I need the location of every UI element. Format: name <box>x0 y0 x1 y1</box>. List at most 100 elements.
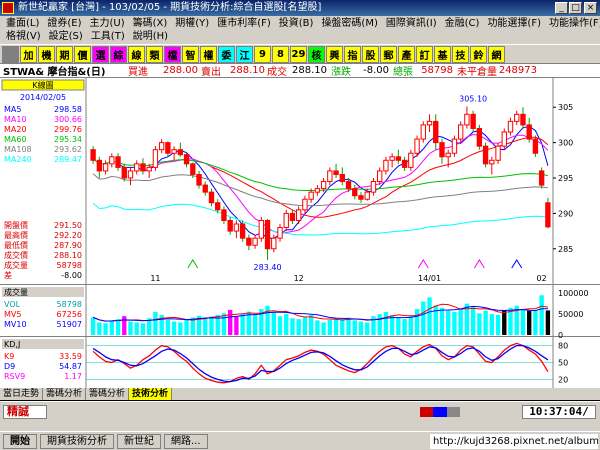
toolbar-button-17[interactable]: 核 <box>308 45 325 63</box>
bottom-tab-2[interactable]: 籌碼分析 <box>86 388 130 400</box>
deal-label: 成交 <box>267 67 287 78</box>
toolbar-button-22[interactable]: 產 <box>398 45 415 63</box>
toolbar-button-6[interactable]: 綜 <box>110 45 127 63</box>
menu-item-0[interactable]: 畫面(L) <box>2 17 43 30</box>
minimize-button[interactable]: _ <box>555 2 568 14</box>
candle-body-19 <box>208 191 215 204</box>
candle-body-68 <box>514 113 520 122</box>
vol-bar-32 <box>290 318 295 335</box>
toolbar-button-23[interactable]: 訂 <box>416 45 433 63</box>
kline-annotation-1: 283.40 <box>254 263 282 272</box>
menu-item-2[interactable]: 主力(U) <box>86 17 129 30</box>
menu-item-3[interactable]: 籌碼(X) <box>129 17 172 30</box>
taskbar-item-2[interactable]: 新世紀 <box>117 434 161 449</box>
toolbar-button-4[interactable]: 價 <box>74 45 91 63</box>
candle-body-38 <box>327 170 333 183</box>
chart-area[interactable]: 285 290 295 300 305 11 12 14/01 02 305.10 283.40 0… <box>0 78 600 388</box>
vol-bar-38 <box>327 319 333 335</box>
taskbar-item-1[interactable]: 期貨技術分析 <box>40 434 114 449</box>
toolbar-button-0[interactable] <box>2 45 19 63</box>
vol-bar-21 <box>221 313 227 335</box>
toolbar-button-15[interactable]: 8 <box>272 45 289 63</box>
vol-bar-4 <box>115 319 121 335</box>
title-bar: 新世紀贏家 [台灣] - 103/02/05 - 期貨技術分析:綜合自選股[名望… <box>0 0 600 16</box>
menu-item-8[interactable]: 國際資訊(I) <box>382 17 441 30</box>
vol-bar-65 <box>495 314 501 335</box>
toolbar-button-8[interactable]: 類 <box>146 45 163 63</box>
toolbar-button-26[interactable]: 鈴 <box>470 45 487 63</box>
taskbar-item-0[interactable]: 開始 <box>3 434 37 449</box>
toolbar-button-27[interactable]: 網 <box>488 45 505 63</box>
toolbar-button-2[interactable]: 機 <box>38 45 55 63</box>
info-label-1: 最高價 <box>4 230 28 240</box>
candle-body-46 <box>377 170 383 183</box>
menu-item-row2-0[interactable]: 格視(V) <box>2 30 45 43</box>
ma-label-MA240: MA240 <box>4 155 32 164</box>
toolbar-button-1[interactable]: 加 <box>20 45 37 63</box>
menu-item-11[interactable]: 功能操作(F) <box>545 17 600 30</box>
chart-svg[interactable]: 285 290 295 300 305 11 12 14/01 02 305.10 283.40 0… <box>0 78 600 388</box>
vol-bar-34 <box>302 317 308 335</box>
ma-label-MA60: MA60 <box>4 135 27 144</box>
vol-bar-57 <box>446 310 451 335</box>
maximize-button[interactable]: □ <box>569 2 582 14</box>
toolbar-button-3[interactable]: 期 <box>56 45 73 63</box>
menu-item-7[interactable]: 操盤密碼(M) <box>317 17 381 30</box>
toolbar-button-16[interactable]: 29 <box>290 45 307 63</box>
kd-title: KD,J <box>4 340 20 349</box>
toolbar-button-19[interactable]: 指 <box>344 45 361 63</box>
menu-item-6[interactable]: 投資(B) <box>275 17 318 30</box>
sell-value: 288.10 <box>230 65 265 76</box>
toolbar-button-11[interactable]: 權 <box>200 45 217 63</box>
info-label-3: 成交價 <box>4 250 28 260</box>
candle-body-32 <box>289 212 296 221</box>
menu-item-4[interactable]: 期權(Y) <box>171 17 213 30</box>
candle-72 <box>538 167 545 189</box>
menu-item-row2-1[interactable]: 設定(S) <box>45 30 87 43</box>
menu-item-10[interactable]: 功能選擇(F) <box>483 17 545 30</box>
candle-body-53 <box>420 124 426 140</box>
vol-bar-47 <box>383 312 389 335</box>
candle-body-47 <box>383 159 389 172</box>
vol-bar-1 <box>97 322 102 335</box>
bottom-tab-0[interactable]: 當日走勢 <box>0 388 44 400</box>
vol-bar-35 <box>308 314 314 335</box>
status-bar: 精誠 10:37:04/ <box>0 401 600 421</box>
menu-item-5[interactable]: 匯市利率(F) <box>213 17 275 30</box>
toolbar-button-10[interactable]: 智 <box>182 45 199 63</box>
info-label-2: 最低價 <box>4 240 28 250</box>
toolbar-button-12[interactable]: 委 <box>218 45 235 63</box>
candle-body-34 <box>302 198 308 211</box>
candle-body-27 <box>258 219 264 239</box>
status-clock: 10:37:04/ <box>522 405 596 419</box>
menu-item-9[interactable]: 金融(C) <box>441 17 484 30</box>
vol-value-VOL: 58798 <box>57 300 82 309</box>
menu-item-row2-2[interactable]: 工具(T) <box>87 30 129 43</box>
toolbar-button-21[interactable]: 郵 <box>380 45 397 63</box>
toolbar-button-25[interactable]: 技 <box>452 45 469 63</box>
vol-bar-26 <box>252 314 258 335</box>
close-button[interactable]: × <box>584 2 597 14</box>
deal-value: 288.10 <box>292 65 327 76</box>
toolbar-button-18[interactable]: 興 <box>326 45 343 63</box>
kd-ytick-20: 20 <box>558 375 568 384</box>
vol-bar-50 <box>402 319 407 335</box>
bottom-tab-1[interactable]: 籌碼分析 <box>43 388 87 400</box>
vol-bar-42 <box>352 320 357 335</box>
toolbar-button-9[interactable]: 檔 <box>164 45 181 63</box>
menu-bar: 畫面(L) 證券(E) 主力(U) 籌碼(X) 期權(Y) 匯市利率(F) 投資(B) 操盤密… <box>0 16 600 44</box>
menu-item-row2-3[interactable]: 說明(H) <box>129 30 172 43</box>
toolbar-button-24[interactable]: 基 <box>434 45 451 63</box>
vol-bar-10 <box>153 312 158 335</box>
menu-item-1[interactable]: 證券(E) <box>43 17 85 30</box>
toolbar-button-7[interactable]: 線 <box>128 45 145 63</box>
taskbar-item-3[interactable]: 網路... <box>164 434 208 449</box>
toolbar-button-13[interactable]: 江 <box>236 45 253 63</box>
toolbar-button-5[interactable]: 選 <box>92 45 109 63</box>
candle-body-63 <box>482 145 489 165</box>
toolbar-button-14[interactable]: 9 <box>254 45 271 63</box>
bottom-tab-3[interactable]: 技術分析 <box>129 388 173 400</box>
candle-body-39 <box>333 170 339 175</box>
toolbar-button-20[interactable]: 股 <box>362 45 379 63</box>
vol-bar-63 <box>483 310 488 335</box>
